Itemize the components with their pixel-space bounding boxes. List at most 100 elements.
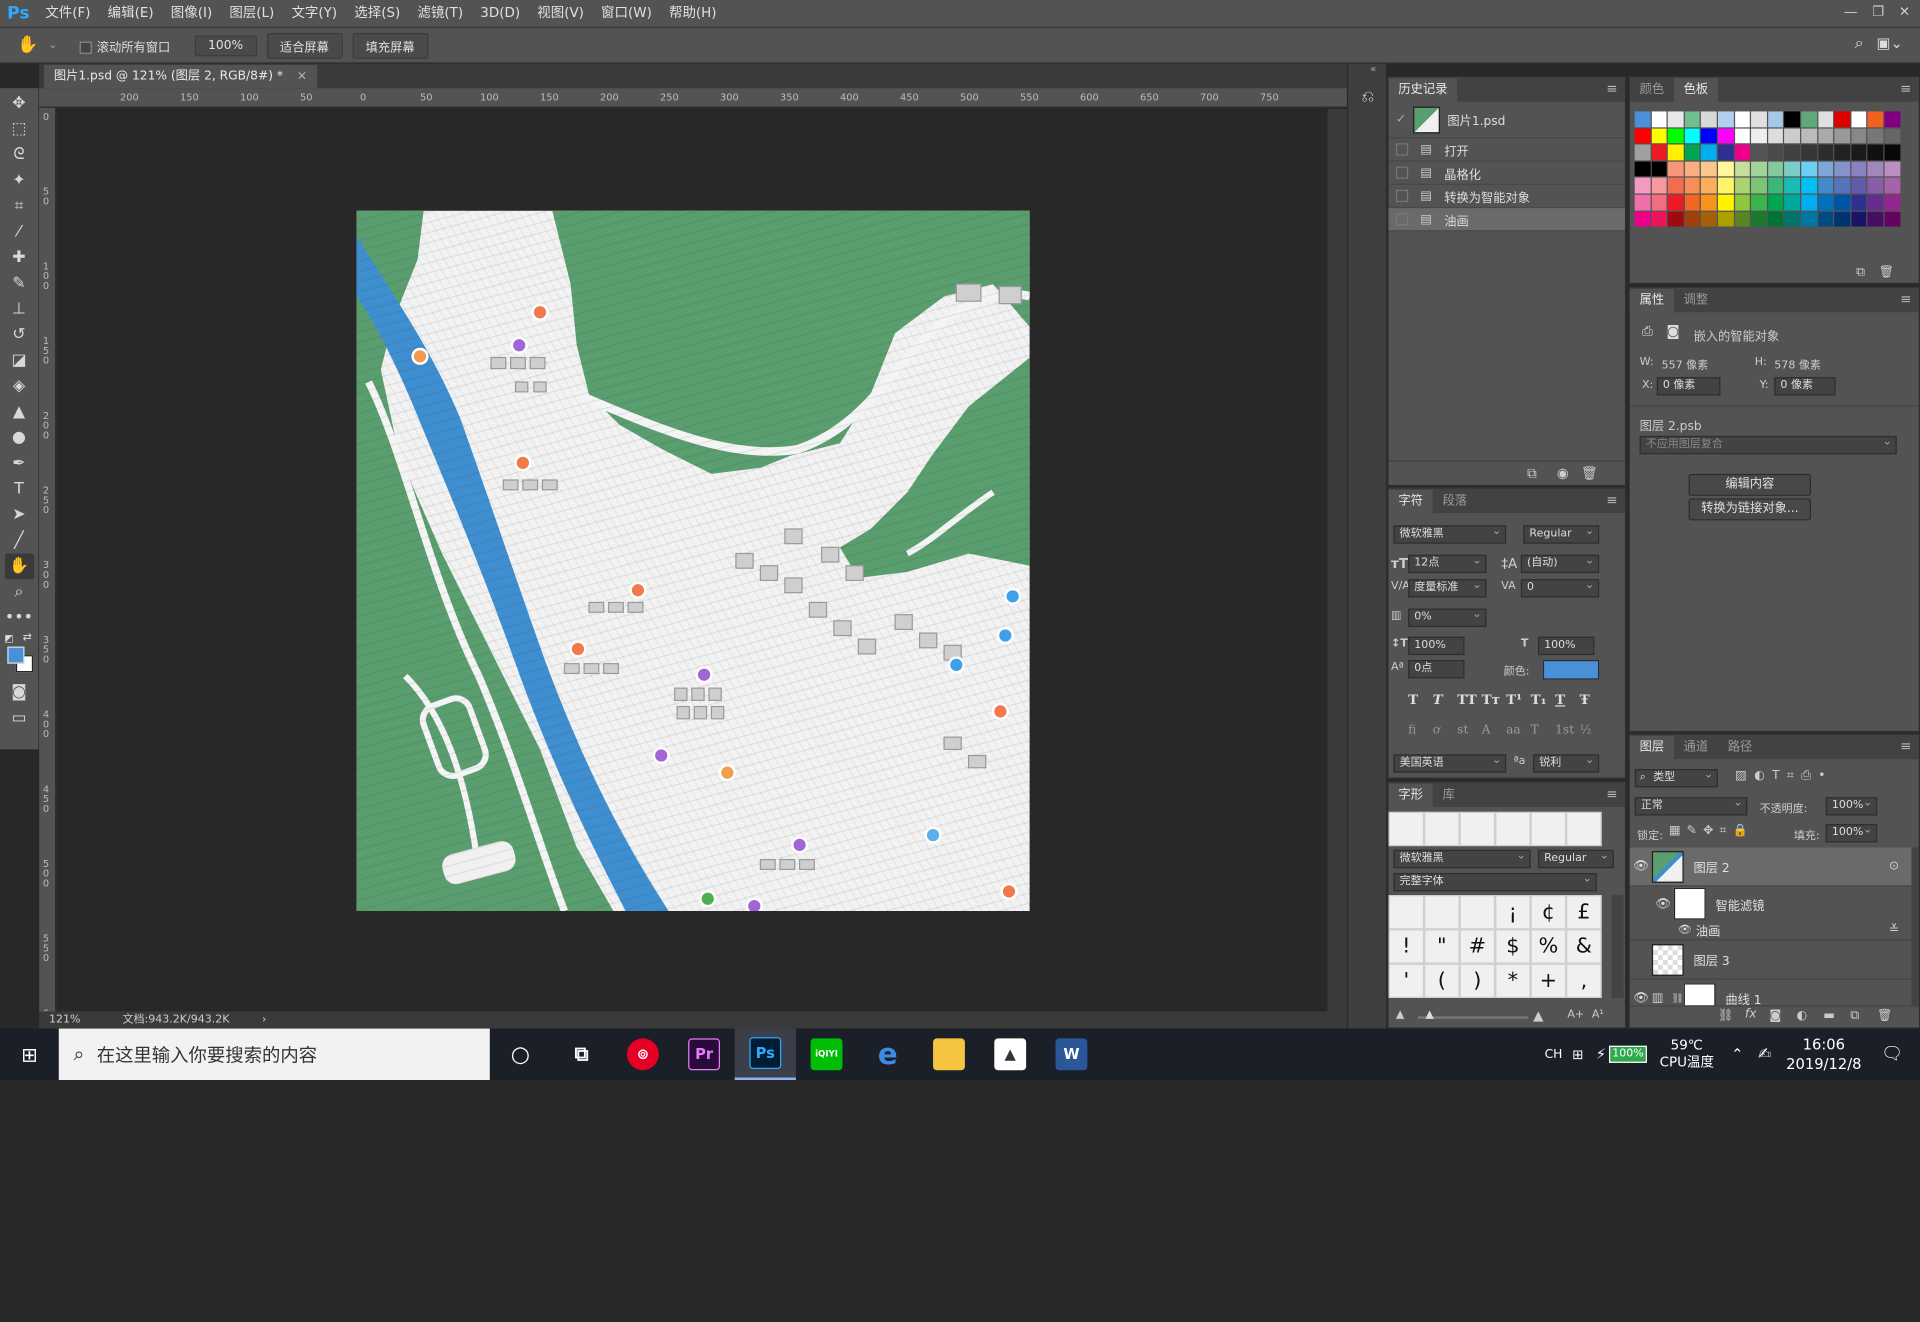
color-swatch[interactable] — [1751, 161, 1767, 177]
dodge-tool-icon[interactable]: ● — [4, 425, 33, 451]
recent-glyph-cell[interactable] — [1388, 811, 1425, 847]
color-swatch[interactable] — [1651, 144, 1667, 161]
color-swatch[interactable] — [1817, 144, 1834, 161]
document-canvas-image[interactable] — [356, 210, 1030, 912]
font-size-field[interactable]: 12点 — [1408, 554, 1487, 574]
taskbar-app-iqiyi[interactable]: iQIYI — [796, 1029, 857, 1080]
menu-item-3[interactable]: 图层(L) — [221, 0, 283, 27]
history-state-row[interactable]: ▤ 油画 — [1388, 208, 1625, 232]
opentype-feature-button[interactable]: A — [1482, 724, 1491, 737]
tab-character[interactable]: 字符 — [1388, 489, 1433, 514]
hand-tool-icon[interactable]: ✋ — [17, 36, 38, 56]
close-window-icon[interactable]: ✕ — [1899, 0, 1910, 24]
taskbar-app-word[interactable]: W — [1041, 1029, 1102, 1080]
menu-item-8[interactable]: 视图(V) — [529, 0, 593, 27]
color-swatch[interactable] — [1634, 144, 1651, 161]
layer-filter-dropdown[interactable]: ⌕ 类型 — [1634, 768, 1718, 788]
opentype-feature-button[interactable]: T — [1531, 724, 1539, 737]
history-panel-menu-icon[interactable]: ≡ — [1606, 81, 1617, 97]
minimize-icon[interactable]: — — [1844, 0, 1857, 24]
glyph-cell[interactable]: ¢ — [1530, 895, 1567, 930]
layer-style-icon[interactable]: fx — [1745, 1008, 1757, 1021]
color-swatch[interactable] — [1651, 111, 1667, 127]
crop-tool-icon[interactable]: ⌗ — [4, 193, 33, 219]
glyph-zoom-in-icon[interactable]: ▲ — [1533, 1008, 1543, 1024]
workspace-icon[interactable]: ▣⌄ — [1877, 34, 1903, 51]
color-swatch[interactable] — [1867, 178, 1884, 194]
new-group-icon[interactable]: ▬ — [1823, 1009, 1835, 1022]
color-swatch[interactable] — [1801, 111, 1817, 127]
color-swatch[interactable] — [1734, 211, 1751, 227]
text-format-button[interactable]: T — [1555, 692, 1565, 708]
language-dropdown[interactable]: 美国英语 — [1393, 754, 1507, 773]
cpu-temperature[interactable]: 59℃ CPU温度 — [1660, 1037, 1714, 1071]
more-tools-icon[interactable]: ••• — [4, 605, 33, 631]
history-brush-tool-icon[interactable]: ↺ — [4, 322, 33, 348]
menu-item-10[interactable]: 帮助(H) — [660, 0, 725, 27]
new-document-from-state-icon[interactable]: ⧉ — [1527, 465, 1537, 482]
swap-colors-icon[interactable]: ⇄ — [23, 632, 32, 644]
glyph-cell[interactable]: + — [1530, 963, 1567, 998]
color-swatch[interactable] — [1667, 178, 1684, 194]
tab-layers[interactable]: 图层 — [1629, 735, 1674, 760]
color-swatch[interactable] — [1717, 178, 1734, 194]
new-swatch-icon[interactable]: ⧉ — [1856, 266, 1865, 279]
font-style-dropdown[interactable]: Regular — [1523, 525, 1600, 544]
history-checkbox[interactable] — [1395, 143, 1409, 156]
color-swatch[interactable] — [1767, 144, 1784, 161]
menu-item-9[interactable]: 窗口(W) — [592, 0, 660, 27]
color-swatch[interactable] — [1884, 111, 1900, 127]
text-format-button[interactable]: Ŧ — [1580, 692, 1590, 708]
delete-layer-icon[interactable]: 🗑 — [1877, 1009, 1893, 1022]
glyph-cell[interactable]: ' — [1388, 963, 1425, 998]
color-swatch[interactable] — [1867, 194, 1884, 211]
zoom-tool-icon[interactable]: ⌕ — [4, 579, 33, 605]
fill-field[interactable]: 100% — [1825, 824, 1878, 843]
color-swatch[interactable] — [1684, 144, 1701, 161]
color-swatch[interactable] — [1801, 211, 1817, 227]
layer-row-smart-filters[interactable]: 👁 智能滤镜 — [1630, 887, 1914, 921]
hand-tool-icon[interactable]: ✋ — [4, 553, 34, 580]
collapse-panels-icon[interactable]: « — [1370, 64, 1376, 75]
glyph-cell[interactable]: ( — [1424, 963, 1460, 998]
menu-item-5[interactable]: 选择(S) — [346, 0, 409, 27]
color-swatch[interactable] — [1767, 111, 1784, 127]
blur-tool-icon[interactable]: ▲ — [4, 399, 33, 425]
marquee-tool-icon[interactable]: ⬚ — [4, 116, 33, 142]
recent-glyph-cell[interactable] — [1495, 811, 1531, 847]
visibility-eye-icon[interactable]: 👁 — [1630, 992, 1652, 1005]
battery-icon[interactable]: ⚡ 100% — [1596, 1045, 1648, 1063]
color-swatch[interactable] — [1884, 161, 1900, 177]
show-hidden-icons-chevron-icon[interactable]: ⌃ — [1731, 1046, 1743, 1063]
glyph-zoom-slider-thumb[interactable]: ▲ — [1425, 1009, 1433, 1021]
color-swatch[interactable] — [1867, 211, 1884, 227]
color-swatch[interactable] — [1867, 144, 1884, 161]
layers-scrollbar[interactable] — [1911, 847, 1919, 1007]
text-color-swatch[interactable] — [1542, 660, 1600, 680]
opentype-feature-button[interactable]: ơ — [1433, 724, 1440, 737]
color-swatch[interactable] — [1817, 194, 1834, 211]
new-snapshot-icon[interactable]: ◉ — [1557, 465, 1569, 481]
search-icon[interactable]: ⌕ — [1855, 34, 1864, 52]
color-swatch[interactable] — [1651, 194, 1667, 211]
glyph-cell[interactable] — [1459, 895, 1496, 930]
color-swatch[interactable] — [1667, 144, 1684, 161]
add-mask-icon[interactable]: ◙ — [1769, 1009, 1781, 1022]
color-swatch[interactable] — [1651, 178, 1667, 194]
color-swatch[interactable] — [1801, 178, 1817, 194]
kerning-field[interactable]: 度量标准 — [1408, 579, 1487, 598]
color-swatch[interactable] — [1834, 161, 1850, 177]
quick-mask-icon[interactable]: ◙ — [4, 680, 33, 706]
opentype-feature-button[interactable]: fi — [1408, 724, 1416, 737]
tab-paths[interactable]: 路径 — [1718, 736, 1762, 759]
color-swatch[interactable] — [1784, 161, 1800, 177]
canvas-vertical-scrollbar[interactable] — [1327, 108, 1347, 1013]
color-swatch[interactable] — [1717, 194, 1734, 211]
type-tool-icon[interactable]: T — [4, 476, 33, 502]
history-snapshot[interactable]: ✓ 图片1.psd — [1388, 102, 1625, 139]
color-swatch[interactable] — [1684, 178, 1701, 194]
color-swatch[interactable] — [1801, 161, 1817, 177]
line-tool-icon[interactable]: ╱ — [4, 528, 33, 554]
color-swatch[interactable] — [1884, 128, 1900, 144]
tsume-field[interactable]: 0% — [1408, 608, 1487, 627]
